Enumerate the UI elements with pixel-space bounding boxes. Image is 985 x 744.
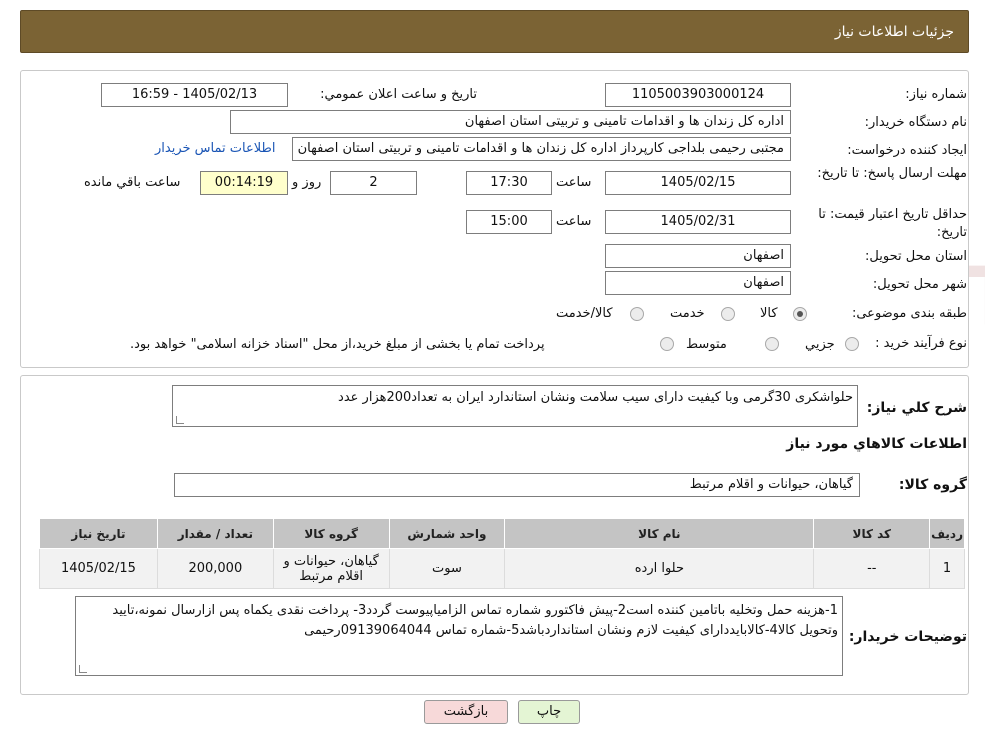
- buyer-org-field: اداره کل زندان ها و اقدامات تامینی و ترب…: [230, 110, 791, 134]
- need-number-field: 1105003903000124: [605, 83, 791, 107]
- cell-row: 1: [929, 548, 965, 589]
- notes-textarea[interactable]: 1-هزینه حمل وتخلیه باتامین کننده است2-پی…: [75, 596, 843, 676]
- days-label: روز و: [292, 175, 322, 190]
- province-label: استان محل تحویل:: [865, 249, 967, 264]
- resize-grip-icon[interactable]: [79, 665, 87, 673]
- cell-qty: 200,000: [156, 548, 274, 589]
- cell-unit: سوت: [388, 548, 506, 589]
- price-validity-date-field: 1405/02/31: [605, 210, 791, 234]
- remaining-time-label: ساعت باقي مانده: [84, 175, 181, 190]
- price-validity-label: حداقل تاریخ اعتبار قیمت: تا تاریخ:: [818, 207, 967, 240]
- col-row-header: ردیف: [929, 518, 965, 549]
- page-title: جزئیات اطلاعات نیاز: [834, 24, 954, 40]
- goods-table: ردیف کد کالا نام کالا واحد شمارش گروه کا…: [39, 518, 965, 589]
- summary-textarea[interactable]: حلواشکری 30گرمی وبا کیفیت دارای سیب سلام…: [172, 385, 858, 427]
- table-row: 1 -- حلوا ارده سوت گیاهان، حیوانات و اقل…: [39, 548, 965, 589]
- requester-label: ایجاد کننده درخواست:: [847, 143, 967, 158]
- category-option-service: خدمت: [670, 306, 705, 321]
- cell-date: 1405/02/15: [39, 548, 158, 589]
- buyer-contact-link[interactable]: اطلاعات تماس خریدار: [155, 141, 275, 156]
- reply-date-field: 1405/02/15: [605, 171, 791, 195]
- goods-group-label: گروه کالا:: [898, 477, 967, 493]
- col-group-header: گروه کالا: [272, 518, 390, 549]
- price-validity-time-field: 15:00: [466, 210, 552, 234]
- reply-deadline-label: مهلت ارسال پاسخ: تا تاریخ:: [817, 166, 967, 181]
- category-radio-service[interactable]: [721, 307, 735, 321]
- city-label: شهر محل تحویل:: [872, 277, 967, 292]
- need-number-label: شماره نیاز:: [905, 87, 967, 102]
- reply-time-field: 17:30: [466, 171, 552, 195]
- buyer-org-label: نام دستگاه خریدار:: [864, 115, 967, 130]
- col-date-header: تاریخ نیاز: [39, 518, 158, 549]
- page-header: جزئیات اطلاعات نیاز: [20, 10, 969, 53]
- cell-name: حلوا ارده: [504, 548, 815, 589]
- purchase-type-label: نوع فرآیند خرید :: [875, 336, 967, 351]
- requester-field: مجتبی رحیمی بلداجی کارپرداز اداره کل زند…: [292, 137, 791, 161]
- category-label: طبقه بندی موضوعی:: [851, 306, 967, 321]
- purchase-note-checkbox[interactable]: [660, 337, 674, 351]
- purchase-type-radio-medium[interactable]: [765, 337, 779, 351]
- purchase-type-option-medium: متوسط: [686, 337, 727, 352]
- col-qty-header: تعداد / مقدار: [156, 518, 274, 549]
- cell-group: گیاهان، حیوانات و اقلام مرتبط: [272, 548, 390, 589]
- col-name-header: نام کالا: [504, 518, 815, 549]
- category-option-goods: کالا: [760, 306, 778, 321]
- goods-section-title: اطلاعات کالاهاي مورد نیاز: [786, 436, 967, 452]
- city-field: اصفهان: [605, 271, 791, 295]
- print-button[interactable]: چاپ: [518, 700, 580, 724]
- purchase-type-option-minor: جزیي: [805, 337, 835, 352]
- province-field: اصفهان: [605, 244, 791, 268]
- back-button[interactable]: بازگشت: [424, 700, 508, 724]
- announce-datetime-field: 1405/02/13 - 16:59: [101, 83, 288, 107]
- announce-datetime-label: تاریخ و ساعت اعلان عمومي:: [320, 87, 477, 102]
- summary-text: حلواشکری 30گرمی وبا کیفیت دارای سیب سلام…: [338, 390, 853, 405]
- summary-label: شرح کلي نیاز:: [866, 400, 967, 416]
- days-field: 2: [330, 171, 417, 195]
- purchase-type-radio-minor[interactable]: [845, 337, 859, 351]
- category-radio-goods-service[interactable]: [630, 307, 644, 321]
- resize-grip-icon[interactable]: [176, 416, 184, 424]
- notes-text: 1-هزینه حمل وتخلیه باتامین کننده است2-پی…: [112, 603, 838, 638]
- col-unit-header: واحد شمارش: [388, 518, 506, 549]
- price-validity-time-label: ساعت: [556, 214, 592, 229]
- reply-time-label: ساعت: [556, 175, 592, 190]
- purchase-note: پرداخت تمام یا بخشی از مبلغ خرید،از محل …: [130, 337, 545, 352]
- col-code-header: کد کالا: [813, 518, 931, 549]
- cell-code: --: [813, 548, 931, 589]
- remaining-time-field: 00:14:19: [200, 171, 288, 195]
- goods-group-field: گیاهان، حیوانات و اقلام مرتبط: [174, 473, 860, 497]
- category-option-goods-service: کالا/خدمت: [556, 306, 613, 321]
- notes-label: توضیحات خریدار:: [848, 629, 967, 645]
- category-radio-goods[interactable]: [793, 307, 807, 321]
